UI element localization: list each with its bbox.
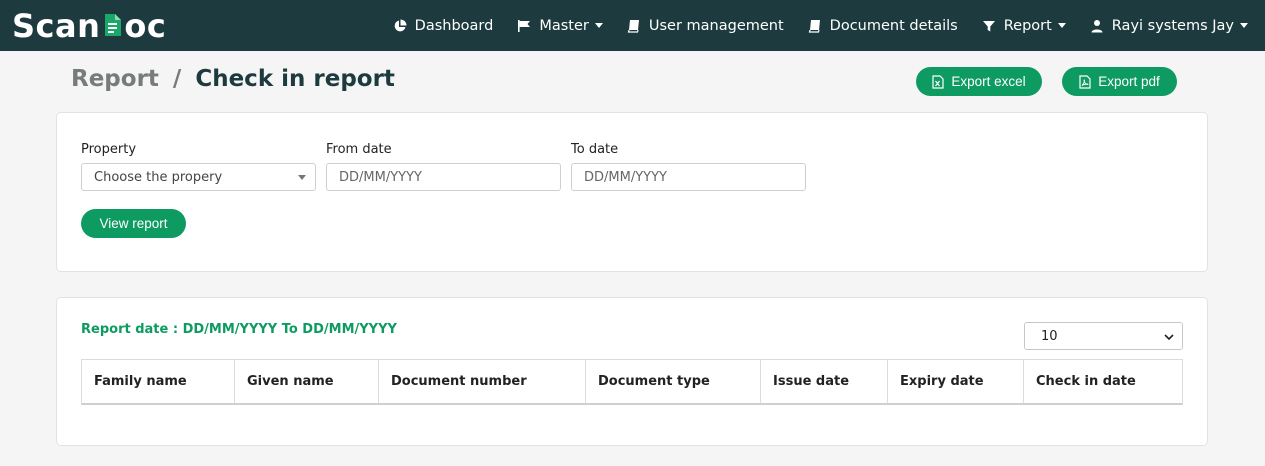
from-date-placeholder: DD/MM/YYYY — [339, 169, 422, 185]
property-label: Property — [81, 142, 137, 157]
filter-icon — [982, 19, 996, 33]
export-pdf-button[interactable]: Export pdf — [1062, 67, 1177, 96]
chevron-down-icon — [1240, 23, 1248, 28]
page-size-value: 10 — [1041, 328, 1058, 344]
breadcrumb-parent[interactable]: Report — [71, 66, 159, 92]
from-date-label: From date — [326, 142, 392, 157]
nav-user-management-label: User management — [648, 17, 784, 34]
from-date-input[interactable]: DD/MM/YYYY — [326, 163, 561, 191]
nav-dashboard[interactable]: Dashboard — [393, 0, 494, 51]
nav-report-label: Report — [1003, 17, 1052, 34]
chevron-down-icon — [594, 23, 603, 28]
nav-master-label: Master — [539, 17, 589, 34]
nav-user-management[interactable]: User management — [627, 0, 784, 51]
nav-menu: Dashboard Master User management Documen… — [393, 0, 1265, 51]
nav-dashboard-label: Dashboard — [414, 17, 494, 34]
report-card: Report date : DD/MM/YYYY To DD/MM/YYYY 1… — [56, 297, 1208, 446]
nav-user-account-label: Rayi systems Jay — [1111, 17, 1234, 34]
scandoc-logo[interactable]: Scan oc — [12, 6, 166, 46]
page-size-select[interactable]: 10 — [1024, 322, 1183, 350]
property-select[interactable]: Choose the propery — [81, 163, 316, 191]
navbar: Scan oc Dashboard Master User management … — [0, 0, 1265, 51]
excel-file-icon — [932, 74, 944, 89]
filter-card: Property Choose the propery From date DD… — [56, 112, 1208, 272]
column-header-check-in-date[interactable]: Check in date — [1024, 360, 1182, 403]
breadcrumb-separator: / — [172, 66, 182, 92]
book-icon — [808, 19, 822, 33]
export-pdf-label: Export pdf — [1098, 74, 1160, 89]
chevron-down-icon — [1057, 23, 1066, 28]
pdf-file-icon — [1079, 74, 1091, 89]
column-header-document-type[interactable]: Document type — [586, 360, 761, 403]
book-icon — [627, 19, 641, 33]
export-excel-button[interactable]: Export excel — [916, 67, 1042, 96]
to-date-placeholder: DD/MM/YYYY — [584, 169, 667, 185]
logo-text-right: oc — [124, 7, 167, 45]
view-report-label: View report — [99, 216, 168, 231]
user-icon — [1090, 19, 1104, 33]
export-excel-label: Export excel — [951, 74, 1026, 89]
column-header-document-number[interactable]: Document number — [379, 360, 586, 403]
nav-document-details[interactable]: Document details — [808, 0, 958, 51]
flag-icon — [517, 19, 531, 33]
pie-chart-icon — [393, 19, 407, 33]
report-table: Family name Given name Document number D… — [81, 359, 1183, 405]
nav-master[interactable]: Master — [517, 0, 603, 51]
view-report-button[interactable]: View report — [81, 209, 186, 238]
page-title: Check in report — [195, 66, 395, 92]
column-header-issue-date[interactable]: Issue date — [761, 360, 888, 403]
column-header-expiry-date[interactable]: Expiry date — [888, 360, 1024, 403]
property-select-value: Choose the propery — [94, 169, 223, 185]
breadcrumb: Report / Check in report — [71, 66, 395, 92]
nav-document-details-label: Document details — [829, 17, 958, 34]
nav-user-account[interactable]: Rayi systems Jay — [1090, 0, 1248, 51]
chevron-down-icon — [298, 175, 306, 180]
nav-report[interactable]: Report — [982, 0, 1066, 51]
to-date-label: To date — [571, 142, 619, 157]
column-header-family-name[interactable]: Family name — [82, 360, 235, 403]
chevron-down-icon — [1164, 331, 1174, 341]
logo-text-left: Scan — [12, 7, 101, 45]
column-header-given-name[interactable]: Given name — [235, 360, 379, 403]
to-date-input[interactable]: DD/MM/YYYY — [571, 163, 806, 191]
report-date-range: Report date : DD/MM/YYYY To DD/MM/YYYY — [81, 322, 397, 337]
document-icon — [101, 7, 123, 36]
